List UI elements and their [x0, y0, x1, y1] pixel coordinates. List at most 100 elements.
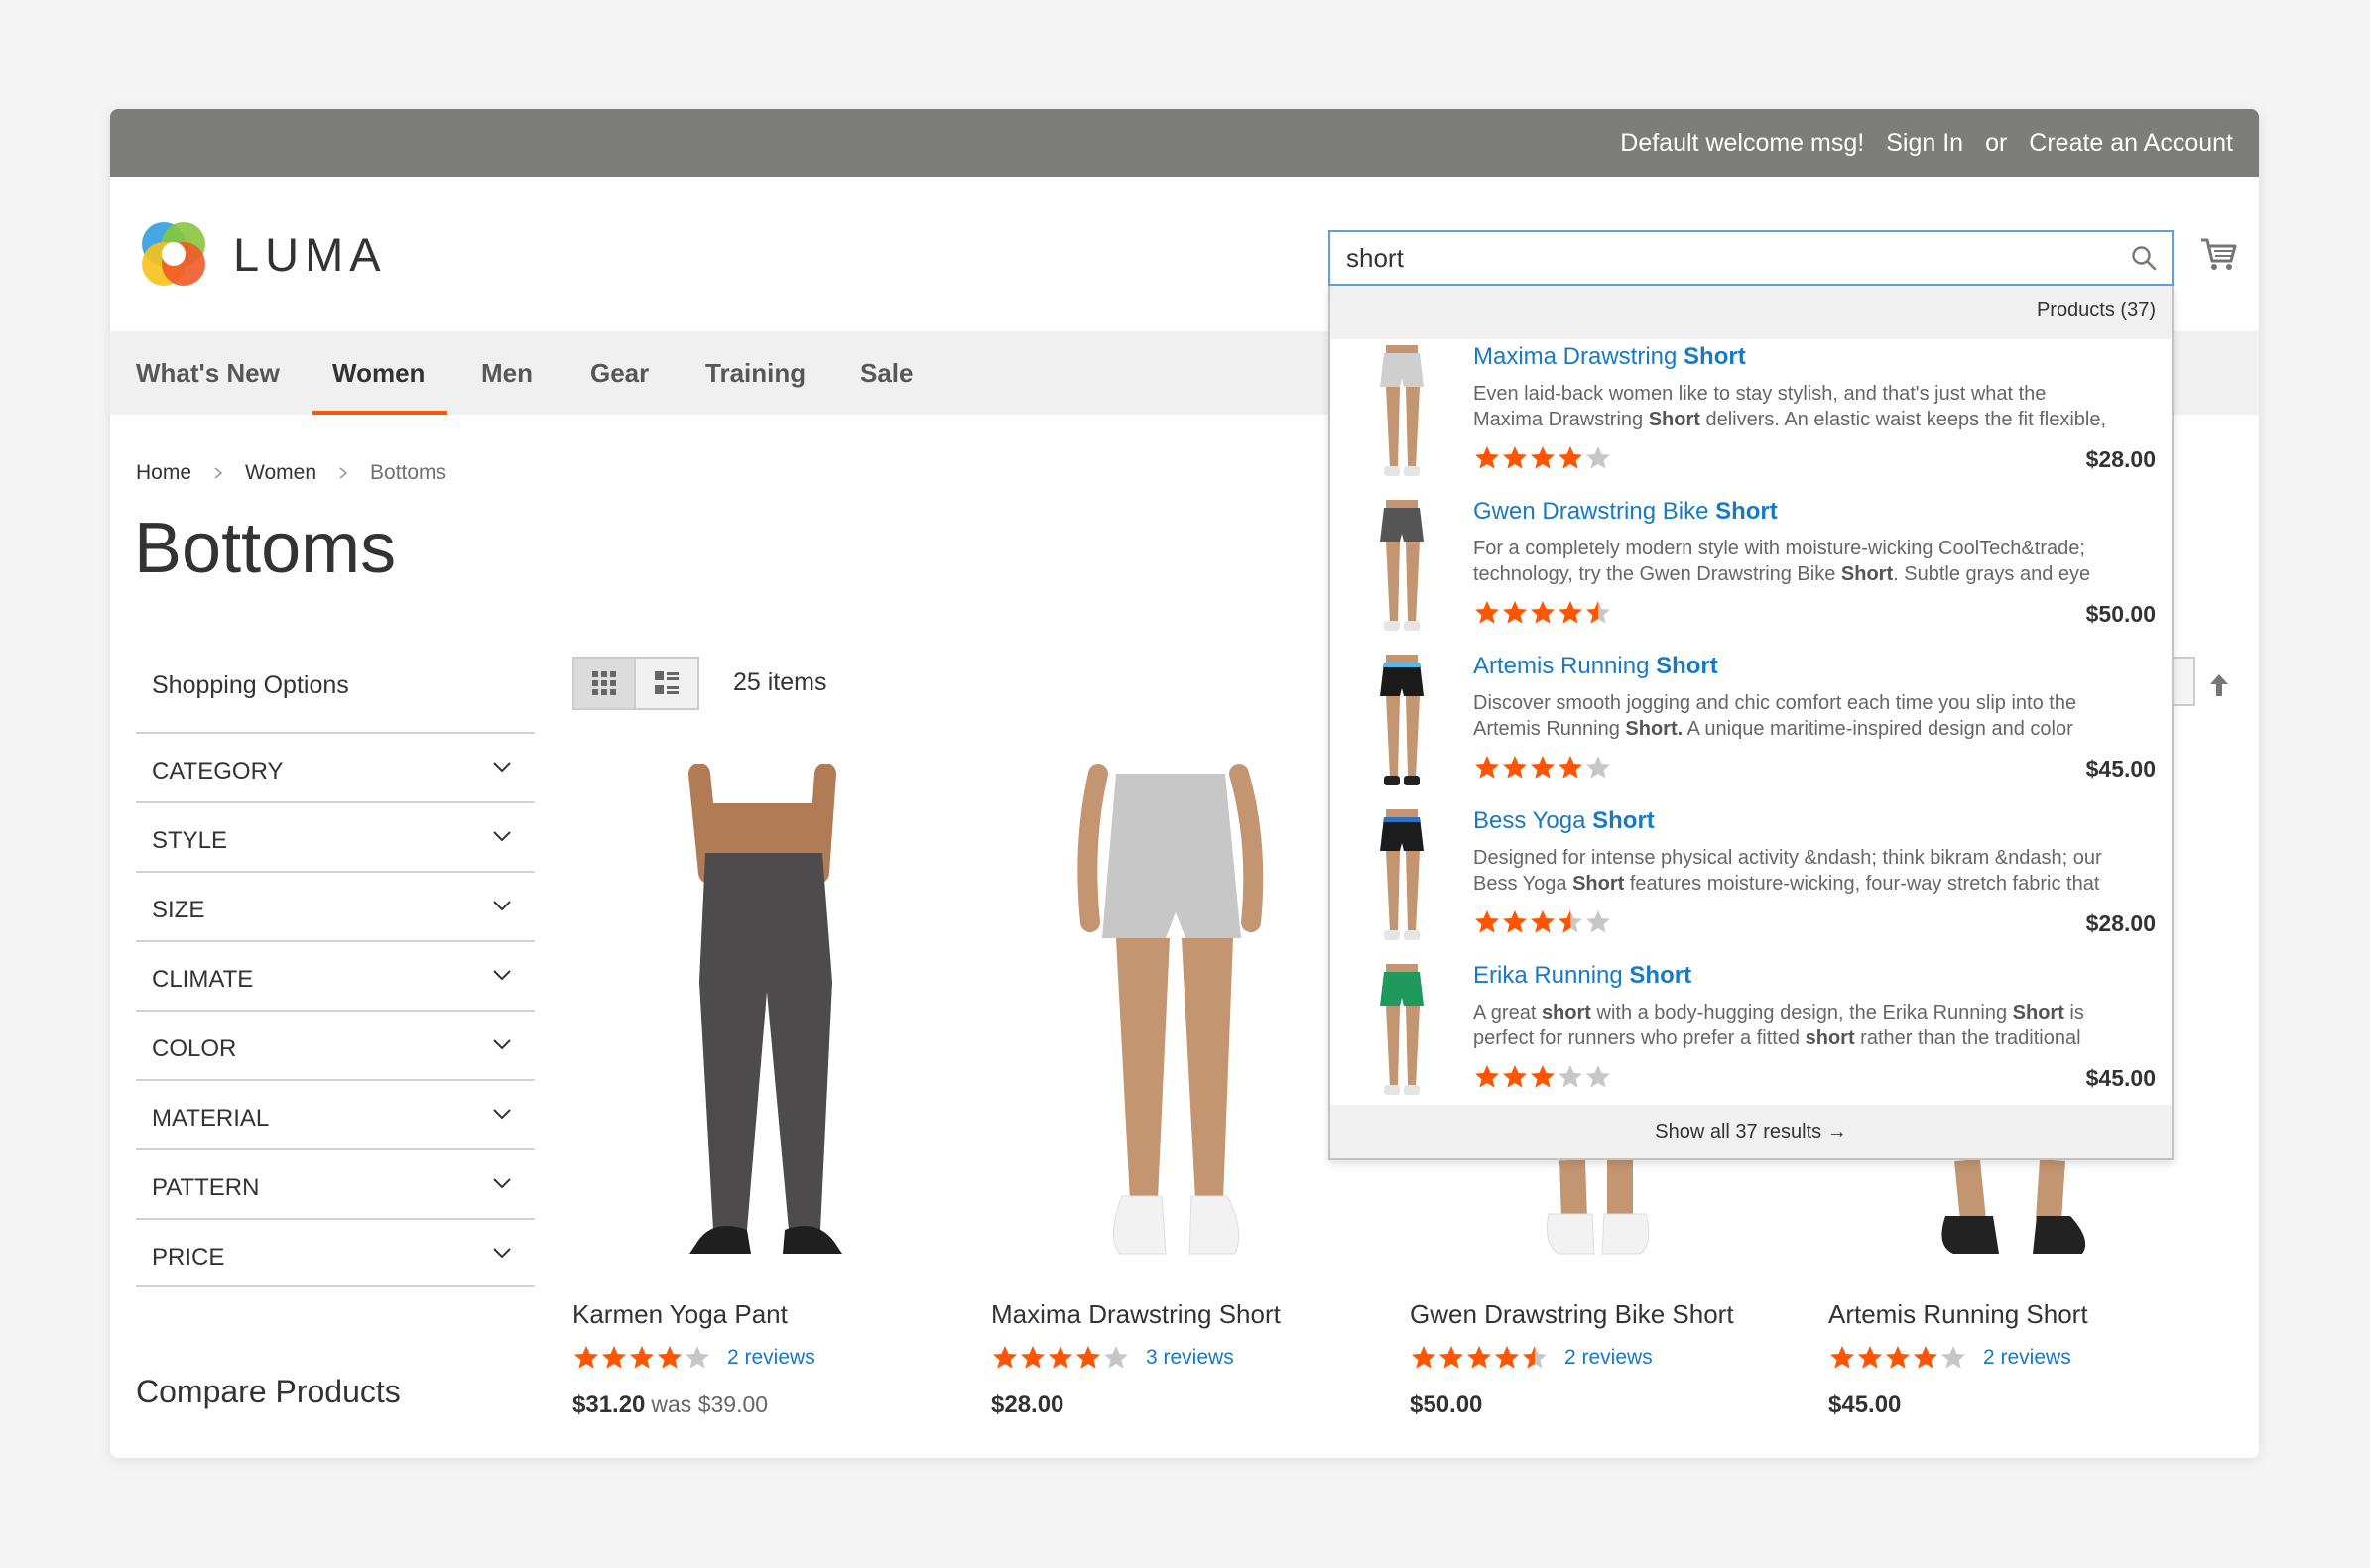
- rating-stars: [1473, 754, 1612, 782]
- filter-material[interactable]: MATERIAL: [136, 1079, 535, 1148]
- cart-icon[interactable]: [2199, 234, 2239, 274]
- star-icon: [686, 1346, 709, 1369]
- filter-climate[interactable]: CLIMATE: [136, 940, 535, 1010]
- star-icon: [1412, 1346, 1435, 1369]
- reviews-link[interactable]: 3 reviews: [1146, 1346, 1234, 1370]
- sort-by-select[interactable]: [2174, 657, 2195, 706]
- chevron-down-icon: [493, 1109, 511, 1120]
- product-name[interactable]: Artemis Running Short: [1828, 1299, 2215, 1330]
- breadcrumb-home[interactable]: Home: [136, 461, 191, 485]
- star-icon: [1467, 1346, 1491, 1369]
- nav-item-whats-new[interactable]: What's New: [136, 331, 280, 415]
- star-icon: [1531, 756, 1555, 779]
- product-name[interactable]: Gwen Drawstring Bike Short: [1410, 1299, 1797, 1330]
- old-price: was $39.00: [651, 1391, 769, 1417]
- nav-item-women[interactable]: Women: [332, 331, 425, 415]
- nav-item-men[interactable]: Men: [481, 331, 533, 415]
- page-title: Bottoms: [134, 509, 397, 588]
- nav-item-sale[interactable]: Sale: [860, 331, 914, 415]
- star-icon: [1475, 601, 1499, 624]
- star-icon: [1586, 910, 1610, 933]
- autocomplete-item[interactable]: Maxima Drawstring Short Even laid-back w…: [1330, 339, 2172, 494]
- product-card[interactable]: Karmen Yoga Pant 2 reviews $31.20 was $39…: [572, 763, 959, 1419]
- product-name[interactable]: Karmen Yoga Pant: [572, 1299, 959, 1330]
- breadcrumb-women[interactable]: Women: [245, 461, 316, 485]
- chevron-down-icon: [493, 762, 511, 773]
- filter-label: CLIMATE: [152, 966, 254, 993]
- filter-price[interactable]: PRICE: [136, 1218, 535, 1287]
- breadcrumb-bottoms: Bottoms: [370, 461, 447, 484]
- luma-logo-icon: [142, 222, 205, 286]
- list-view-button[interactable]: [636, 657, 699, 710]
- product-thumbnail: [1380, 655, 1424, 785]
- sign-in-link[interactable]: Sign In: [1886, 129, 1963, 158]
- luma-logo[interactable]: LUMA: [136, 216, 387, 292]
- product-rating: 2 reviews: [1828, 1344, 2215, 1372]
- rating-stars: [1473, 1063, 1612, 1091]
- chevron-down-icon: [493, 1248, 511, 1259]
- reviews-link[interactable]: 2 reviews: [1983, 1346, 2071, 1370]
- product-card[interactable]: Maxima Drawstring Short 3 reviews $28.00: [991, 764, 1378, 1419]
- star-icon: [1439, 1346, 1463, 1369]
- product-photo-karmen[interactable]: [572, 763, 959, 1269]
- search-input[interactable]: [1330, 232, 2172, 284]
- filter-style[interactable]: STYLE: [136, 801, 535, 871]
- rating-stars: [1410, 1344, 1549, 1372]
- create-account-link[interactable]: Create an Account: [2029, 129, 2233, 158]
- star-icon: [1104, 1346, 1128, 1369]
- autocomplete-item-description: Designed for intense physical activity &…: [1473, 847, 2102, 895]
- product-photo-maxima[interactable]: [991, 764, 1378, 1269]
- autocomplete-item-title[interactable]: Maxima Drawstring Short: [1473, 343, 1746, 371]
- list-icon: [655, 671, 679, 694]
- filter-pattern[interactable]: PATTERN: [136, 1148, 535, 1218]
- star-icon: [1531, 1065, 1555, 1088]
- rating-stars: [1473, 908, 1612, 936]
- reviews-link[interactable]: 2 reviews: [727, 1346, 815, 1370]
- nav-item-gear[interactable]: Gear: [590, 331, 649, 415]
- autocomplete-item-description: Discover smooth jogging and chic comfort…: [1473, 692, 2077, 740]
- chevron-right-icon: [214, 467, 223, 479]
- star-icon: [1475, 910, 1499, 933]
- shopping-options-title: Shopping Options: [152, 671, 349, 699]
- rating-stars: [1828, 1344, 1967, 1372]
- autocomplete-item[interactable]: Gwen Drawstring Bike Short For a complet…: [1330, 494, 2172, 649]
- show-all-results-link[interactable]: Show all 37 results →: [1330, 1105, 2172, 1158]
- items-count: 25 items: [733, 668, 827, 696]
- grid-view-button[interactable]: [572, 657, 636, 710]
- rating-stars: [572, 1344, 711, 1372]
- reviews-link[interactable]: 2 reviews: [1564, 1346, 1653, 1370]
- filter-size[interactable]: SIZE: [136, 871, 535, 940]
- star-icon: [1559, 1065, 1582, 1088]
- search-icon[interactable]: [2130, 244, 2158, 272]
- star-icon: [602, 1346, 626, 1369]
- nav-item-training[interactable]: Training: [705, 331, 806, 415]
- autocomplete-item[interactable]: Artemis Running Short Discover smooth jo…: [1330, 649, 2172, 803]
- star-icon: [1503, 446, 1527, 469]
- star-icon: [1586, 446, 1610, 469]
- autocomplete-item-description: A great short with a body-hugging design…: [1473, 1002, 2084, 1049]
- star-icon: [1475, 446, 1499, 469]
- star-icon: [1586, 756, 1610, 779]
- autocomplete-item[interactable]: Bess Yoga Short Designed for intense phy…: [1330, 803, 2172, 958]
- product-thumbnail: [1380, 809, 1424, 940]
- grid-icon: [592, 671, 616, 695]
- product-name[interactable]: Maxima Drawstring Short: [991, 1299, 1378, 1330]
- active-nav-underline: [312, 411, 447, 415]
- autocomplete-item-title[interactable]: Artemis Running Short: [1473, 653, 1718, 680]
- autocomplete-item-title[interactable]: Gwen Drawstring Bike Short: [1473, 498, 1778, 526]
- filter-category[interactable]: CATEGORY: [136, 732, 535, 801]
- rating-stars: [991, 1344, 1130, 1372]
- filter-color[interactable]: COLOR: [136, 1010, 535, 1079]
- breadcrumb: Home Women Bottoms: [136, 461, 446, 485]
- star-icon: [658, 1346, 682, 1369]
- product-price: $45.00: [1828, 1391, 2215, 1419]
- sort-direction-arrow-icon[interactable]: [2208, 672, 2230, 698]
- autocomplete-item-title[interactable]: Bess Yoga Short: [1473, 807, 1655, 835]
- star-icon: [1830, 1346, 1854, 1369]
- regular-price: $28.00: [991, 1391, 1064, 1418]
- autocomplete-item-title[interactable]: Erika Running Short: [1473, 962, 1691, 990]
- star-icon: [1586, 1065, 1610, 1088]
- autocomplete-item[interactable]: Erika Running Short A great short with a…: [1330, 958, 2172, 1113]
- shorts-image: [1077, 764, 1264, 1255]
- filter-label: PATTERN: [152, 1174, 260, 1201]
